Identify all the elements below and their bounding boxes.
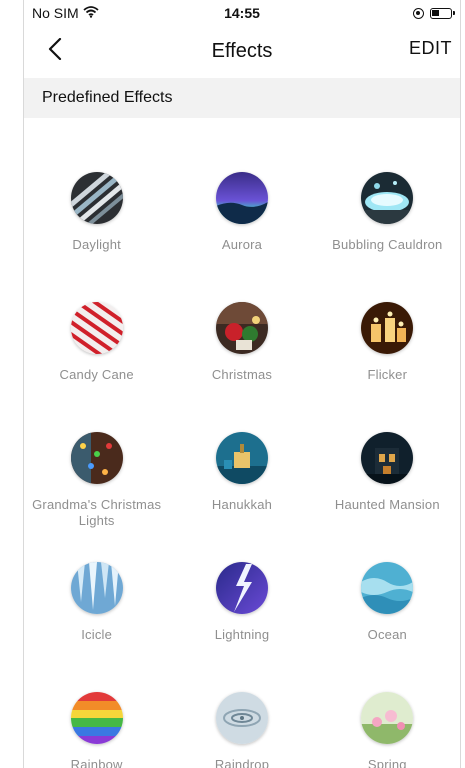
candy-cane-icon: [70, 302, 123, 354]
effect-label: Flicker: [367, 367, 408, 382]
chevron-left-icon: [48, 37, 62, 65]
status-bar: No SIM 14:55: [24, 0, 460, 26]
carrier-label: No SIM: [32, 5, 79, 21]
effect-tile-hanukkah[interactable]: Hanukkah: [169, 410, 314, 540]
flicker-icon: [361, 302, 414, 354]
section-title: Predefined Effects: [42, 89, 173, 106]
effect-label: Lightning: [214, 627, 270, 642]
effects-grid: Daylight Aurora Bubbling Cauldron Candy …: [24, 150, 460, 768]
effect-label: Candy Cane: [59, 367, 134, 382]
status-right: [413, 7, 455, 19]
effect-tile-haunted-mansion[interactable]: Haunted Mansion: [315, 410, 460, 540]
effect-tile-grandmas-christmas-lights[interactable]: Grandma's Christmas Lights: [24, 410, 169, 540]
effect-label: Grandma's Christmas Lights: [32, 497, 162, 528]
right-frame-edge: [460, 0, 465, 768]
grandmas-christmas-lights-icon: [70, 432, 123, 484]
effect-tile-bubbling-cauldron[interactable]: Bubbling Cauldron: [315, 150, 460, 280]
daylight-icon: [70, 172, 123, 224]
icicle-icon: [70, 562, 123, 614]
effect-label: Daylight: [72, 237, 121, 252]
effect-tile-daylight[interactable]: Daylight: [24, 150, 169, 280]
section-header: Predefined Effects: [24, 78, 460, 118]
effect-tile-lightning[interactable]: Lightning: [169, 540, 314, 670]
effect-label: Icicle: [81, 627, 113, 642]
raindrop-icon: [215, 692, 268, 744]
effect-tile-icicle[interactable]: Icicle: [24, 540, 169, 670]
effect-tile-raindrop[interactable]: Raindrop: [169, 670, 314, 768]
ocean-icon: [361, 562, 414, 614]
left-frame-edge: [0, 0, 24, 768]
wifi-icon: [83, 5, 99, 21]
effect-label: Rainbow: [70, 757, 123, 768]
effect-label: Christmas: [211, 367, 273, 382]
status-left: No SIM: [32, 5, 99, 21]
bubbling-cauldron-icon: [361, 172, 414, 224]
effect-tile-flicker[interactable]: Flicker: [315, 280, 460, 410]
effect-label: Hanukkah: [211, 497, 273, 512]
haunted-mansion-icon: [361, 432, 414, 484]
orientation-lock-icon: [413, 7, 424, 19]
page-title: Effects: [211, 39, 273, 62]
hanukkah-icon: [215, 432, 268, 484]
back-button[interactable]: [38, 34, 72, 68]
lightning-icon: [215, 562, 268, 614]
spring-icon: [361, 692, 414, 744]
effect-label: Haunted Mansion: [334, 497, 440, 512]
aurora-icon: [215, 172, 268, 224]
effect-tile-spring[interactable]: Spring: [315, 670, 460, 768]
effect-tile-aurora[interactable]: Aurora: [169, 150, 314, 280]
edit-button[interactable]: EDIT: [409, 38, 452, 59]
effect-tile-rainbow[interactable]: Rainbow: [24, 670, 169, 768]
effect-label: Ocean: [367, 627, 407, 642]
effect-tile-candy-cane[interactable]: Candy Cane: [24, 280, 169, 410]
effect-label: Aurora: [221, 237, 263, 252]
effect-tile-christmas[interactable]: Christmas: [169, 280, 314, 410]
navigation-bar: Effects EDIT: [24, 26, 460, 76]
effect-label: Raindrop: [214, 757, 270, 768]
battery-icon: [430, 7, 455, 19]
effect-label: Bubbling Cauldron: [332, 237, 443, 252]
rainbow-icon: [70, 692, 123, 744]
effect-label: Spring: [367, 757, 407, 768]
christmas-icon: [215, 302, 268, 354]
effect-tile-ocean[interactable]: Ocean: [315, 540, 460, 670]
